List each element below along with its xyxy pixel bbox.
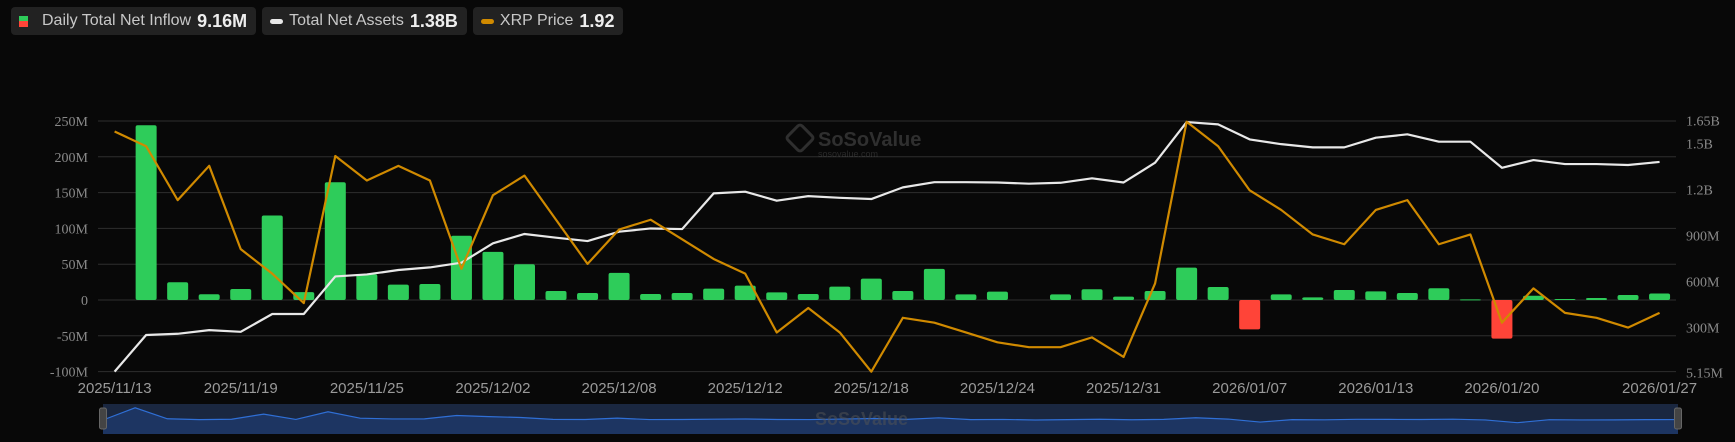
inflow-bar [261,215,283,300]
watermark: SoSoValuesosovalue.com [785,123,921,159]
x-axis-tick-label: 2025/11/13 [78,380,152,397]
inflow-bar [356,274,378,300]
left-axis-tick-label: 50M [62,258,89,273]
inflow-bar [766,292,788,300]
inflow-bar [1396,292,1418,300]
left-axis-tick-label: 200M [55,151,89,166]
inflow-bar [860,278,882,300]
left-axis-tick-label: 0 [81,294,88,309]
inflow-bar [1270,294,1292,300]
x-axis-tick-label: 2026/01/13 [1338,380,1413,397]
inflow-bar [1554,298,1576,300]
navigator-handle-right[interactable] [1674,407,1682,430]
logo-icon [785,123,815,153]
inflow-bar [1649,293,1671,300]
inflow-bar [1081,289,1103,300]
inflow-bar [324,182,346,300]
inflow-bar [703,288,725,300]
xrp-price-line [114,120,1661,373]
right-axis-tick-label: 1.5B [1686,138,1713,153]
inflow-bar [1333,289,1355,300]
x-axis-tick-label: 2025/12/12 [708,380,783,397]
inflow-bar [387,284,409,300]
left-axis-tick-label: 100M [55,222,89,237]
inflow-bar [1491,300,1513,339]
inflow-bar [577,292,599,300]
inflow-bar [640,293,662,300]
watermark-brand: SoSoValue [818,129,921,151]
inflow-bar [1176,267,1198,300]
right-axis-tick-label: 300M [1686,321,1720,336]
inflow-bar [1365,291,1387,300]
inflow-bar [892,290,914,300]
inflow-bar [797,293,819,300]
inflow-bar [986,291,1008,300]
inflow-bar [1586,297,1608,300]
x-axis-tick-label: 2025/12/24 [960,380,1035,397]
inflow-bar [1428,288,1450,300]
x-axis-tick-label: 2026/01/27 [1622,380,1697,397]
right-axis-tick-label: 900M [1686,230,1720,245]
right-axis-tick-label: 600M [1686,276,1720,291]
left-axis-tick-label: 150M [55,187,89,202]
inflow-bar [167,282,189,300]
inflow-bar [1459,299,1481,301]
inflow-bar [608,272,630,300]
inflow-bar [1113,296,1135,300]
inflow-bar [1050,294,1071,300]
inflow-bar [1207,286,1229,300]
inflow-bar [923,268,945,300]
watermark-url: sosovalue.com [818,149,878,159]
inflow-bar [671,292,693,300]
left-axis-tick-label: -50M [57,330,89,345]
x-axis-tick-label: 2026/01/20 [1464,380,1539,397]
inflow-bar [419,283,441,300]
inflow-bar [513,264,535,300]
x-axis-tick-label: 2025/12/18 [834,380,909,397]
inflow-bar [1617,294,1639,300]
left-axis-tick-label: -100M [50,366,89,381]
inflow-bar [482,251,504,300]
left-axis-tick-label: 250M [55,115,89,130]
x-axis-tick-label: 2025/12/02 [455,380,530,397]
x-axis-tick-label: 2026/01/07 [1212,380,1287,397]
inflow-bar [955,294,977,300]
right-axis-tick-label: 1.65B [1686,115,1720,130]
total-net-assets-line [113,120,1660,373]
chart: 250M 200M 150M 100M 50M 0 -50M -100M 1.65B 1.5B 1.… [50,115,1724,434]
inflow-bar [198,294,220,300]
x-axis-tick-label: 2025/12/31 [1086,380,1161,397]
inflow-bar [1302,297,1324,300]
x-axis-tick-label: 2025/11/25 [330,380,404,397]
navigator-handle-left[interactable] [99,407,107,430]
inflow-bar [230,288,252,300]
inflow-bar [545,290,567,300]
x-axis-tick-label: 2025/11/19 [204,380,278,397]
navigator-watermark: SoSoValue [815,409,908,429]
right-axis-tick-label: 1.2B [1686,184,1713,199]
x-axis-tick-label: 2025/12/08 [582,380,657,397]
inflow-bar [829,286,851,300]
inflow-bar [1239,300,1261,330]
inflow-bar [135,125,157,301]
